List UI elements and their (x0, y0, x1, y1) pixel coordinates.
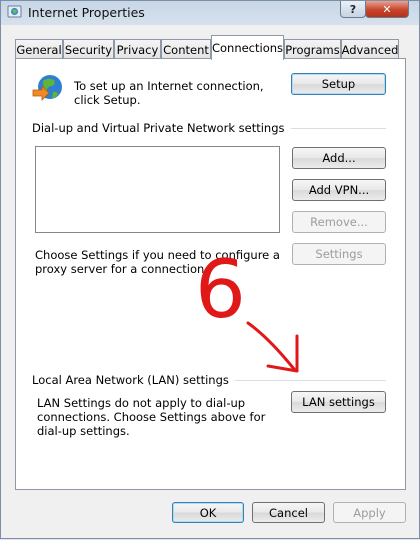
tab-privacy[interactable]: Privacy (114, 39, 161, 59)
ok-button[interactable]: OK (172, 502, 244, 523)
globe-network-icon (32, 75, 62, 101)
remove-button[interactable]: Remove... (292, 211, 386, 233)
connections-list[interactable] (35, 146, 280, 233)
window-title: Internet Properties (28, 5, 145, 20)
dialup-group-label: Dial-up and Virtual Private Network sett… (32, 121, 291, 135)
tab-content[interactable]: Content (161, 39, 211, 59)
tab-programs[interactable]: Programs (284, 39, 341, 59)
add-button[interactable]: Add... (292, 147, 386, 169)
tab-security[interactable]: Security (63, 39, 114, 59)
close-button[interactable]: ✕ (365, 1, 409, 18)
tab-general[interactable]: General (15, 39, 63, 59)
title-bar[interactable]: Internet Properties ? ✕ (1, 1, 419, 25)
apply-button[interactable]: Apply (333, 502, 406, 523)
settings-button[interactable]: Settings (292, 243, 386, 265)
help-button[interactable]: ? (340, 1, 366, 18)
setup-button[interactable]: Setup (291, 73, 386, 95)
lan-group-label: Local Area Network (LAN) settings (32, 373, 235, 387)
tab-advanced[interactable]: Advanced (341, 39, 399, 59)
proxy-description: Choose Settings if you need to configure… (35, 248, 280, 276)
help-icon: ? (349, 2, 357, 16)
tab-connections[interactable]: Connections (211, 35, 284, 60)
cancel-button[interactable]: Cancel (252, 502, 325, 523)
lan-settings-button[interactable]: LAN settings (291, 391, 386, 413)
close-icon: ✕ (382, 2, 392, 16)
internet-options-icon (7, 5, 22, 18)
connections-panel: To set up an Internet connection, click … (15, 58, 406, 490)
add-vpn-button[interactable]: Add VPN... (292, 179, 386, 201)
setup-description: To set up an Internet connection, click … (74, 79, 264, 107)
lan-description: LAN Settings do not apply to dial-up con… (37, 396, 266, 438)
internet-properties-window: Internet Properties ? ✕ General Security… (0, 0, 420, 539)
